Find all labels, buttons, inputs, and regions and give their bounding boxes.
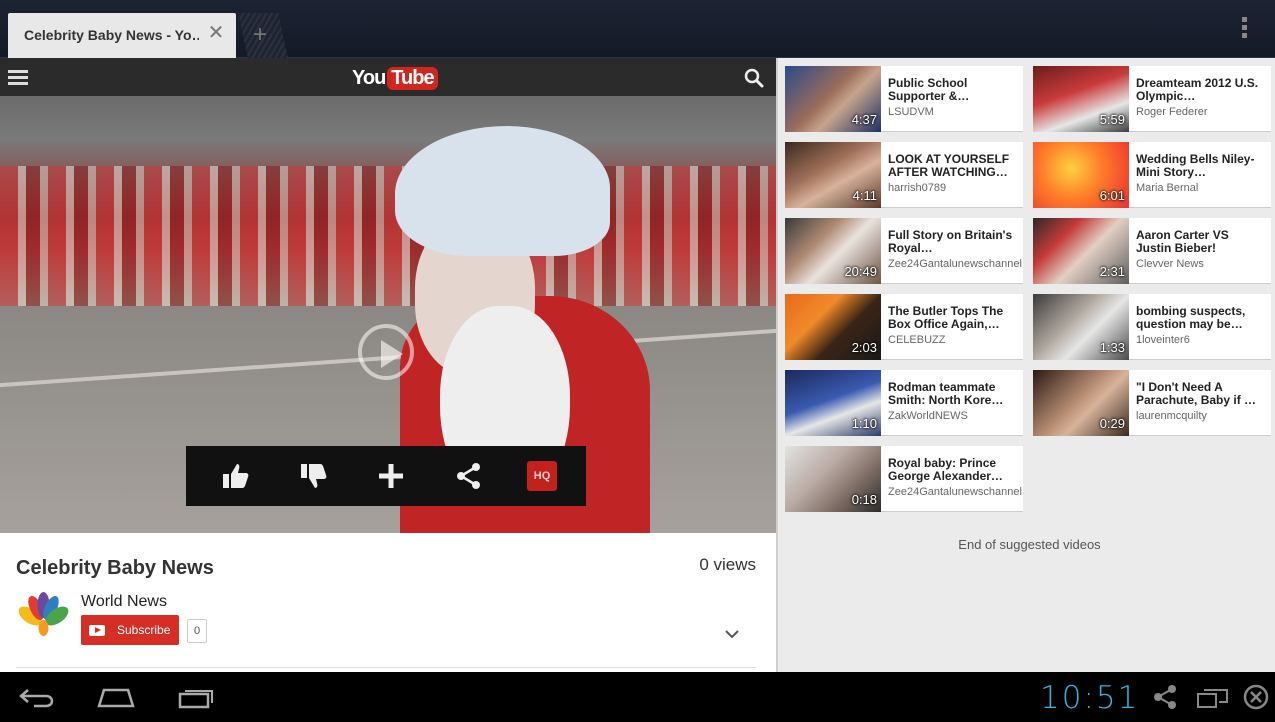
dislike-icon[interactable]: [293, 456, 333, 496]
video-thumbnail[interactable]: 1:33: [1033, 294, 1129, 360]
suggested-video-title[interactable]: bombing suspects, question may be…: [1136, 305, 1266, 331]
subscribe-button[interactable]: Subscribe: [81, 615, 179, 645]
end-of-suggestions-text: End of suggested videos: [958, 537, 1101, 552]
play-icon[interactable]: [358, 324, 414, 380]
suggested-video-channel: 1loveinter6: [1136, 334, 1190, 346]
suggested-video-card[interactable]: 6:01 Wedding Bells Niley-Mini Story… Maria…: [1033, 142, 1271, 208]
video-info: Celebrity Baby News 0 views World News S…: [0, 533, 776, 672]
video-title: Celebrity Baby News: [16, 557, 214, 579]
clock: 10:51: [1040, 680, 1140, 716]
browser-tab-bar: Celebrity Baby News - Yo… ✕ +: [0, 0, 1275, 58]
video-duration: 20:49: [844, 264, 877, 279]
video-duration: 1:33: [1099, 340, 1125, 355]
suggested-video-card[interactable]: 2:31 Aaron Carter VS Justin Bieber! Clevve…: [1033, 218, 1271, 284]
suggested-video-card[interactable]: 1:33 bombing suspects, question may be… 1l…: [1033, 294, 1271, 360]
new-tab-button[interactable]: +: [238, 13, 288, 58]
suggested-video-title[interactable]: Aaron Carter VS Justin Bieber!: [1136, 229, 1266, 255]
suggested-video-card[interactable]: 4:37 Public School Supporter &… LSUDVM: [785, 66, 1023, 132]
plus-icon: +: [253, 21, 268, 48]
channel-name[interactable]: World News: [81, 593, 167, 611]
video-thumbnail[interactable]: 4:11: [785, 142, 881, 208]
suggested-video-title[interactable]: Full Story on Britain's Royal…: [888, 229, 1018, 255]
hq-button[interactable]: HQ: [527, 461, 557, 491]
divider: [16, 667, 756, 668]
suggested-video-channel: Roger Federer: [1136, 106, 1208, 118]
suggested-video-title[interactable]: "I Don't Need A Parachute, Baby if …: [1136, 381, 1266, 407]
video-duration: 5:59: [1099, 112, 1125, 127]
subscribe-label: Subscribe: [117, 623, 171, 637]
video-duration: 4:11: [852, 188, 877, 203]
suggested-video-channel: harrish0789: [888, 182, 947, 194]
video-duration: 6:01: [1099, 188, 1125, 203]
video-duration: 1:10: [851, 416, 877, 431]
video-thumbnail[interactable]: 1:10: [785, 370, 881, 436]
video-duration: 4:37: [851, 112, 877, 127]
tab-title: Celebrity Baby News - Yo…: [24, 27, 199, 43]
logo-tube: Tube: [387, 66, 438, 90]
video-thumbnail[interactable]: 6:01: [1033, 142, 1129, 208]
video-duration: 2:03: [851, 340, 877, 355]
nbc-peacock-icon: [16, 592, 71, 647]
youtube-logo[interactable]: You Tube: [352, 65, 438, 91]
suggested-video-channel: Zee24Gantalunewschannel: [888, 258, 1022, 270]
suggested-video-channel: Maria Bernal: [1136, 182, 1199, 194]
browser-tab[interactable]: Celebrity Baby News - Yo… ✕: [8, 13, 236, 58]
youtube-header: You Tube: [0, 58, 776, 96]
chevron-down-icon[interactable]: [724, 626, 740, 642]
screen-mirror-icon[interactable]: [1196, 684, 1230, 710]
suggested-video-card[interactable]: 20:49 Full Story on Britain's Royal… Zee24…: [785, 218, 1023, 284]
suggested-video-channel: laurenmcquilty: [1136, 410, 1207, 422]
suggested-video-title[interactable]: LOOK AT YOURSELF AFTER WATCHING…: [888, 153, 1018, 179]
suggested-video-title[interactable]: Wedding Bells Niley-Mini Story…: [1136, 153, 1266, 179]
suggested-video-title[interactable]: Rodman teammate Smith: North Kore…: [888, 381, 1018, 407]
recent-apps-icon[interactable]: [177, 684, 217, 710]
video-player[interactable]: HQ: [0, 96, 776, 533]
video-thumbnail[interactable]: 4:37: [785, 66, 881, 132]
view-count: 0 views: [699, 555, 756, 574]
subscriber-count: 0: [187, 619, 207, 643]
video-thumbnail[interactable]: 5:59: [1033, 66, 1129, 132]
suggested-video-title[interactable]: Royal baby: Prince George Alexander…: [888, 457, 1018, 483]
suggested-videos-pane: 4:37 Public School Supporter &… LSUDVM 5:59…: [778, 58, 1275, 672]
suggested-video-card[interactable]: 0:18 Royal baby: Prince George Alexander……: [785, 446, 1023, 512]
suggested-video-channel: ZakWorldNEWS: [888, 410, 968, 422]
video-thumbnail[interactable]: 0:18: [785, 446, 881, 512]
channel-avatar[interactable]: [16, 592, 71, 647]
video-duration: 0:29: [1099, 416, 1125, 431]
suggested-video-card[interactable]: 0:29 "I Don't Need A Parachute, Baby if ……: [1033, 370, 1271, 436]
back-icon[interactable]: [18, 684, 58, 710]
suggested-video-card[interactable]: 4:11 LOOK AT YOURSELF AFTER WATCHING… harr…: [785, 142, 1023, 208]
search-icon[interactable]: [744, 68, 764, 88]
hamburger-menu-icon[interactable]: [8, 70, 28, 86]
close-tab-icon[interactable]: ✕: [206, 23, 226, 43]
logo-you: You: [352, 66, 386, 89]
close-circle-icon[interactable]: [1240, 684, 1272, 710]
video-duration: 0:18: [851, 492, 877, 507]
overflow-menu-icon[interactable]: [1241, 17, 1249, 41]
suggested-video-channel: CELEBUZZ: [888, 334, 946, 346]
video-thumbnail[interactable]: 20:49: [785, 218, 881, 284]
video-thumbnail[interactable]: 2:03: [785, 294, 881, 360]
video-thumbnail[interactable]: 0:29: [1033, 370, 1129, 436]
system-navigation-bar: 10:51: [0, 672, 1275, 722]
add-to-playlist-icon[interactable]: [371, 456, 411, 496]
video-action-bar: HQ: [186, 446, 586, 506]
player-pane: You Tube HQ Celebrity Baby News 0 views …: [0, 58, 776, 672]
youtube-play-icon: [89, 624, 105, 636]
suggested-video-channel: LSUDVM: [888, 106, 934, 118]
suggested-video-title[interactable]: The Butler Tops The Box Office Again,…: [888, 305, 1018, 331]
video-duration: 2:31: [1099, 264, 1125, 279]
suggested-video-title[interactable]: Public School Supporter &…: [888, 77, 1018, 103]
suggested-video-card[interactable]: 5:59 Dreamteam 2012 U.S. Olympic… Roger Fe…: [1033, 66, 1271, 132]
video-thumbnail[interactable]: 2:31: [1033, 218, 1129, 284]
share-notification-icon[interactable]: [1150, 684, 1180, 710]
suggested-video-card[interactable]: 1:10 Rodman teammate Smith: North Kore… Za…: [785, 370, 1023, 436]
suggested-video-title[interactable]: Dreamteam 2012 U.S. Olympic…: [1136, 77, 1266, 103]
suggested-video-card[interactable]: 2:03 The Butler Tops The Box Office Again…: [785, 294, 1023, 360]
suggested-video-channel: Zee24Gantalunewschannel: [888, 486, 1022, 498]
like-icon[interactable]: [215, 456, 255, 496]
share-icon[interactable]: [449, 456, 489, 496]
home-icon[interactable]: [96, 684, 136, 710]
suggested-video-channel: Clevver News: [1136, 258, 1204, 270]
